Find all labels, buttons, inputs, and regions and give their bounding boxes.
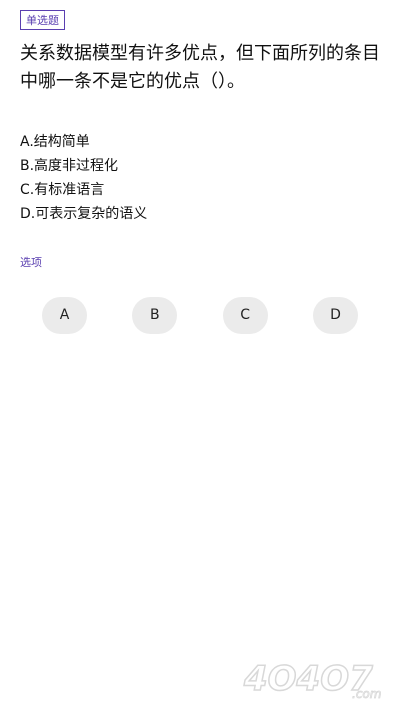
option-c-text: C.有标准语言 <box>20 182 105 198</box>
option-list: A.结构简单 B.高度非过程化 C.有标准语言 D.可表示复杂的语义 <box>20 130 380 226</box>
option-d-text: D.可表示复杂的语义 <box>20 206 148 222</box>
option-a-text: A.结构简单 <box>20 134 90 150</box>
answer-section-label: 选项 <box>20 256 42 269</box>
question-text: 关系数据模型有许多优点，但下面所列的条目中哪一条不是它的优点（）。 <box>20 43 380 92</box>
site-watermark-logo: 4O4O7 .com <box>242 658 382 701</box>
answer-button-c[interactable]: C <box>222 297 268 334</box>
answer-button-a[interactable]: A <box>42 297 87 334</box>
watermark-suffix: .com <box>352 687 381 701</box>
question-type-badge: 单选题 <box>20 10 65 30</box>
answer-button-row: A B C D <box>42 297 358 334</box>
answer-button-d[interactable]: D <box>312 297 358 334</box>
question-page: 单选题 关系数据模型有许多优点，但下面所列的条目中哪一条不是它的优点（）。 A.… <box>0 0 400 710</box>
option-b-text: B.高度非过程化 <box>20 158 119 174</box>
answer-button-b[interactable]: B <box>132 297 178 334</box>
